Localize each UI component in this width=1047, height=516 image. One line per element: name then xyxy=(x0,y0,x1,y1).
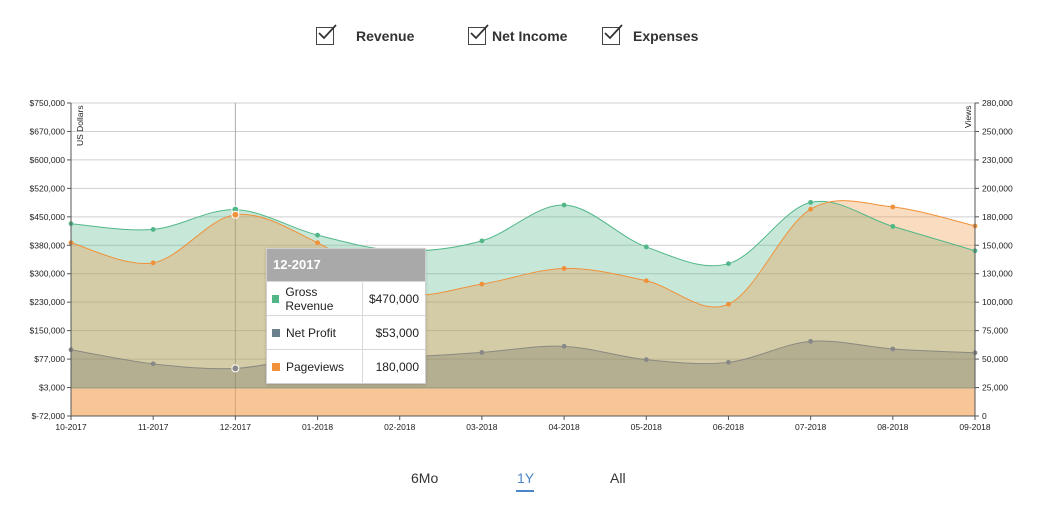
point-gross-revenue xyxy=(890,223,896,229)
swatch-net-profit xyxy=(272,328,280,337)
y-tick-label: $3,000 xyxy=(39,383,65,393)
point-pageviews xyxy=(315,240,320,246)
x-tick-label: 04-2018 xyxy=(548,422,579,432)
x-tick-label: 05-2018 xyxy=(631,422,662,432)
y-tick-label: $-72,000 xyxy=(31,411,65,421)
x-tick-label: 06-2018 xyxy=(713,422,744,432)
point-gross-revenue xyxy=(726,261,731,267)
point-pageviews xyxy=(231,210,240,219)
y2-tick-label: 200,000 xyxy=(982,183,1013,193)
chart-tooltip: 12-2017 Gross Revenue $470,000 Net Profi… xyxy=(266,248,426,384)
tooltip-row-value: $53,000 xyxy=(375,325,419,340)
point-gross-revenue xyxy=(643,244,649,250)
y2-tick-label: 0 xyxy=(982,411,987,421)
x-tick-label: 03-2018 xyxy=(466,422,497,432)
x-tick-label: 01-2018 xyxy=(302,422,333,432)
y2-tick-label: 180,000 xyxy=(982,212,1013,222)
y2-tick-label: 230,000 xyxy=(982,155,1013,165)
point-pageviews xyxy=(808,206,814,212)
x-tick-label: 02-2018 xyxy=(384,422,415,432)
point-gross-revenue xyxy=(561,202,567,208)
point-net-profit xyxy=(231,364,240,373)
y2-tick-label: 50,000 xyxy=(982,354,1008,364)
x-tick-label: 10-2017 xyxy=(55,422,86,432)
y-tick-label: $380,000 xyxy=(30,240,66,250)
y-tick-label: $750,000 xyxy=(30,98,66,108)
x-tick-label: 11-2017 xyxy=(138,422,169,432)
y-axis-title: US Dollars xyxy=(75,105,85,146)
active-range-underline xyxy=(516,490,534,492)
y2-tick-label: 100,000 xyxy=(982,297,1013,307)
tooltip-row: Net Profit $53,000 xyxy=(267,315,425,349)
point-pageviews xyxy=(150,260,156,266)
point-net-profit xyxy=(726,359,731,365)
point-gross-revenue xyxy=(315,232,320,238)
point-pageviews xyxy=(479,281,485,287)
point-gross-revenue xyxy=(479,238,485,244)
y-tick-label: $600,000 xyxy=(30,155,66,165)
point-pageviews xyxy=(643,278,649,284)
tooltip-row: Pageviews 180,000 xyxy=(267,349,425,383)
tooltip-row-value: $470,000 xyxy=(368,291,419,306)
y2-tick-label: 150,000 xyxy=(982,240,1013,250)
point-net-profit xyxy=(150,361,156,367)
point-pageviews xyxy=(726,301,731,307)
y2-tick-label: 75,000 xyxy=(982,326,1008,336)
y-tick-label: $77,000 xyxy=(34,354,65,364)
tooltip-row-name: Pageviews xyxy=(286,359,345,374)
y-tick-label: $520,000 xyxy=(30,183,66,193)
y2-tick-label: 25,000 xyxy=(982,383,1008,393)
range-6mo-button[interactable]: 6Mo xyxy=(411,470,438,486)
tooltip-row: Gross Revenue $470,000 xyxy=(267,281,425,315)
series-areas xyxy=(71,200,975,416)
range-1y-button[interactable]: 1Y xyxy=(517,470,534,486)
swatch-pageviews xyxy=(272,362,280,371)
x-tick-label: 09-2018 xyxy=(959,422,990,432)
y2-tick-label: 280,000 xyxy=(982,98,1013,108)
area-chart: $750,000 280,000 $670,000 250,000 $600,000 23… xyxy=(30,98,1013,432)
point-net-profit xyxy=(561,343,567,349)
point-gross-revenue xyxy=(150,227,156,232)
y2-axis-title: Views xyxy=(963,105,973,128)
y-tick-label: $150,000 xyxy=(30,326,66,336)
point-net-profit xyxy=(643,357,649,363)
point-net-profit xyxy=(479,350,485,355)
point-pageviews xyxy=(561,266,567,271)
point-net-profit xyxy=(808,338,814,344)
x-tick-label: 07-2018 xyxy=(795,422,826,432)
time-range-selector: 6Mo 1Y All xyxy=(0,468,1047,496)
tooltip-title: 12-2017 xyxy=(267,249,425,281)
point-net-profit xyxy=(890,346,896,352)
swatch-revenue xyxy=(272,294,280,303)
y-tick-label: $230,000 xyxy=(30,297,66,307)
tooltip-row-name: Net Profit xyxy=(286,325,337,340)
y-tick-label: $670,000 xyxy=(30,126,66,136)
y2-tick-label: 250,000 xyxy=(982,126,1013,136)
tooltip-row-name: Gross Revenue xyxy=(285,284,334,313)
x-tick-label: 12-2017 xyxy=(220,422,251,432)
y-tick-label: $300,000 xyxy=(30,269,66,279)
tooltip-row-value: 180,000 xyxy=(375,359,419,374)
range-all-button[interactable]: All xyxy=(610,470,626,486)
point-gross-revenue xyxy=(808,199,814,205)
y2-tick-label: 130,000 xyxy=(982,269,1013,279)
y-tick-label: $450,000 xyxy=(30,212,66,222)
point-pageviews xyxy=(890,204,896,210)
x-tick-label: 08-2018 xyxy=(877,422,908,432)
